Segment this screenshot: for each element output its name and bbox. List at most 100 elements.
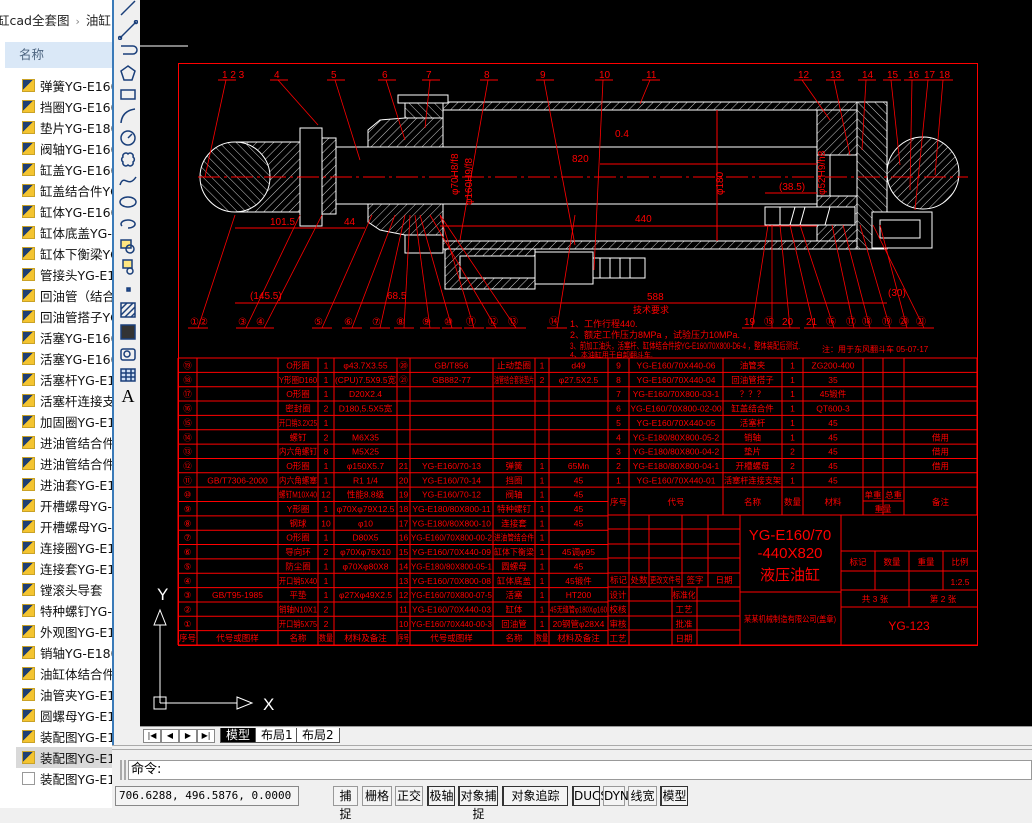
part-balloon-bottom: ⑲	[882, 316, 892, 328]
bom-left-header: 材料及备注	[557, 633, 600, 643]
file-list-item[interactable]: 活塞YG-E160	[0, 348, 112, 369]
drawing-title-name: 液压油缸	[760, 566, 820, 584]
bom-left-cell: Y形圈D160	[279, 375, 317, 385]
tab-layout2[interactable]: 布局2	[296, 728, 340, 743]
construction-line-icon[interactable]	[117, 19, 139, 40]
file-list-item[interactable]: 外观图YG-E1	[0, 621, 112, 642]
ellipse-arc-icon[interactable]	[117, 214, 139, 234]
file-list-item[interactable]: 进油套YG-E1	[0, 474, 112, 495]
spline-icon[interactable]	[117, 171, 139, 191]
multiline-text-icon[interactable]: A	[117, 386, 139, 407]
file-list-item[interactable]: 回油管（结合	[0, 285, 112, 306]
file-list-item[interactable]: 油缸体结合件	[0, 663, 112, 684]
file-list-item[interactable]: 镗滚头导套	[0, 579, 112, 600]
status-toggle-7[interactable]: DYN	[603, 786, 629, 806]
splitter[interactable]	[112, 745, 1032, 750]
file-list-item[interactable]: 阀轴YG-E160	[0, 138, 112, 159]
file-list-item[interactable]: 装配图YG-E1	[0, 768, 112, 789]
command-input[interactable]: 命令:	[128, 760, 1032, 780]
file-list-item[interactable]: 装配图YG-E1	[0, 726, 112, 747]
bom-right-cell: YG-E160/70X440-04	[637, 375, 716, 385]
file-list-item[interactable]: 垫片YG-E180	[0, 117, 112, 138]
file-list-item[interactable]: 油管夹YG-E1	[0, 684, 112, 705]
file-list-item[interactable]: 进油管结合件	[0, 453, 112, 474]
status-toggle-8[interactable]: 线宽	[628, 786, 657, 806]
file-list-item[interactable]: 连接圈YG-E1	[0, 537, 112, 558]
next-tab-button[interactable]: ▶	[179, 729, 197, 743]
file-list-item[interactable]: 缸体YG-E160	[0, 201, 112, 222]
dwg-file-icon	[22, 499, 35, 512]
file-list-item[interactable]: 装配图YG-E1	[16, 747, 112, 768]
status-toggle-9[interactable]: 模型	[660, 786, 688, 806]
status-toggle-6[interactable]: DUCS	[572, 786, 608, 806]
command-line-grip[interactable]	[120, 760, 126, 780]
ellipse-icon[interactable]	[117, 192, 139, 212]
file-list-item[interactable]: 挡圈YG-E160	[0, 96, 112, 117]
file-list-item[interactable]: 缸盖YG-E160	[0, 159, 112, 180]
bom-left-cell: ⑭	[183, 432, 192, 442]
bom-left-cell: ⑤	[184, 561, 192, 571]
breadcrumb-item[interactable]: 油缸	[86, 13, 111, 28]
part-balloon-bottom: ⑮	[764, 316, 774, 328]
file-list-item[interactable]: 缸体下衡梁YG	[0, 243, 112, 264]
file-list-item[interactable]: 活塞YG-E160	[0, 327, 112, 348]
dwg-file-icon	[22, 100, 35, 113]
status-toggle-1[interactable]: 栅格	[362, 786, 392, 806]
bom-right-header: 备注	[932, 497, 950, 507]
status-toggle-2[interactable]: 正交	[395, 786, 423, 806]
bom-right-cell: 45	[828, 475, 838, 485]
polyline-icon[interactable]	[117, 41, 139, 61]
status-toggle-3[interactable]: 极轴	[427, 786, 455, 806]
file-list-item[interactable]: 开槽螺母YG-E	[0, 495, 112, 516]
point-icon[interactable]	[117, 279, 139, 299]
file-list-item[interactable]: 缸体底盖YG-E	[0, 222, 112, 243]
make-block-icon[interactable]	[117, 257, 139, 277]
last-tab-button[interactable]: ▶|	[197, 729, 215, 743]
coordinate-readout[interactable]: 706.6288, 496.5876, 0.0000	[115, 786, 299, 806]
line-icon[interactable]	[117, 0, 139, 18]
status-toggle-4[interactable]: 对象捕捉	[458, 786, 498, 821]
file-list-item[interactable]: 缸盖结合件YG	[0, 180, 112, 201]
circle-icon[interactable]	[117, 128, 139, 148]
dwg-file-icon	[22, 79, 35, 92]
status-toggle-0[interactable]: 捕捉	[333, 786, 358, 821]
region-icon[interactable]	[117, 344, 139, 364]
file-name: 活塞YG-E160	[40, 352, 112, 367]
file-list-item[interactable]: 进油管结合件	[0, 432, 112, 453]
file-list-item[interactable]: 开槽螺母YG-E	[0, 516, 112, 537]
status-toggle-5[interactable]: 对象追踪	[502, 786, 568, 806]
bom-left-cell: φ150X5.7	[347, 461, 384, 471]
file-list-item[interactable]: 管接头YG-E1	[0, 264, 112, 285]
file-list-item[interactable]: 弹簧YG-E160	[0, 75, 112, 96]
first-tab-button[interactable]: |◀	[143, 729, 161, 743]
tab-layout1[interactable]: 布局1	[255, 728, 299, 743]
tab-model[interactable]: 模型	[220, 728, 257, 743]
prev-tab-button[interactable]: ◀	[161, 729, 179, 743]
bom-left-cell: D180,5.5X5宽	[339, 404, 393, 414]
insert-block-icon[interactable]	[117, 236, 139, 256]
cad-drawing[interactable]: 1 2 3 4 5 6 7 8 9 10 11 12 13 14 15 16 17 18①② ③ ④ ⑤ ⑥ ⑦ ⑧ ⑨ ⑩ ⑪…	[140, 0, 1032, 726]
file-list-item[interactable]: 销轴YG-E180	[0, 642, 112, 663]
hatch-icon[interactable]	[117, 300, 139, 320]
breadcrumb-item[interactable]: 缸cad全套图	[0, 13, 69, 28]
column-header-name[interactable]: 名称	[5, 42, 112, 68]
file-list-item[interactable]: 特种螺钉YG-E	[0, 600, 112, 621]
file-list-item[interactable]: 活塞杆YG-E1	[0, 369, 112, 390]
rectangle-icon[interactable]	[117, 84, 139, 104]
file-list-item[interactable]: 圆螺母YG-E1	[0, 705, 112, 726]
file-list-item[interactable]: 回油管搭子YG	[0, 306, 112, 327]
polygon-icon[interactable]	[117, 63, 139, 83]
table-icon[interactable]	[117, 365, 139, 385]
revision-cloud-icon[interactable]	[117, 149, 139, 169]
bom-right-cell: YG-E160/70X800-03-1	[633, 389, 720, 399]
file-list-item[interactable]: 加固圈YG-E1	[0, 411, 112, 432]
bom-left-cell: ②	[184, 604, 192, 614]
arc-icon[interactable]	[117, 106, 139, 126]
bom-left-cell: O形圈	[286, 533, 310, 543]
gradient-icon[interactable]	[117, 322, 139, 342]
bom-right-cell: 1	[790, 375, 795, 385]
drawing-canvas[interactable]: 1 2 3 4 5 6 7 8 9 10 11 12 13 14 15 16 17 18 ①② ③ ④ ⑤ ⑥ ⑦ ⑧ ⑨ ⑩ ⑪…	[140, 0, 1032, 726]
file-list-item[interactable]: 连接套YG-E1	[0, 558, 112, 579]
file-list-item[interactable]: 活塞杆连接支	[0, 390, 112, 411]
bom-left-cell: YG-E180/80X800-10	[412, 518, 491, 528]
